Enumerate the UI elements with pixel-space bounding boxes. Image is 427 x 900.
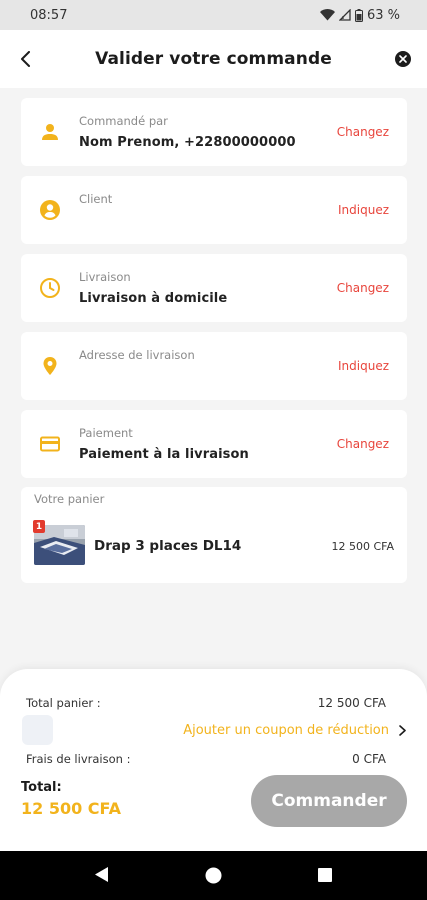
cart-title: Votre panier [34,492,105,506]
clock-icon [40,278,60,298]
card-label: Commandé par [79,114,168,128]
order-button[interactable]: Commander [251,775,407,827]
battery-icon [354,8,363,22]
product-price: 12 500 CFA [331,540,394,553]
total-label: Total: [21,780,62,795]
card-label: Livraison [79,270,131,284]
card-label: Adresse de livraison [79,348,195,362]
quantity-badge: 1 [33,520,45,533]
nav-recents-icon[interactable] [318,868,332,882]
change-ordered-by-link[interactable]: Changez [337,125,389,139]
status-icons: 63 % [319,7,400,23]
card-label: Client [79,192,113,206]
card-label: Paiement [79,426,133,440]
order-summary-sheet: Total panier : 12 500 CFA Ajouter un cou… [0,669,427,851]
status-time: 08:57 [30,7,68,23]
total-cart-value: 12 500 CFA [317,696,386,710]
delivery-fee-row: Frais de livraison : 0 CFA [26,752,386,766]
system-nav-bar [0,851,427,900]
cart-section: Votre panier 1 Drap 3 places DL14 12 500… [21,487,407,583]
nav-home-icon[interactable] [204,866,223,885]
location-pin-icon [43,357,57,375]
card-client[interactable]: Client Indiquez [21,176,407,244]
card-payment[interactable]: Paiement Paiement à la livraison Changez [21,410,407,478]
wifi-icon [319,9,335,21]
signal-icon [338,9,351,21]
total-cart-label: Total panier : [26,696,101,710]
card-value: Paiement à la livraison [79,447,249,462]
total-value: 12 500 CFA [21,799,122,818]
credit-card-icon [40,436,60,452]
delivery-fee-value: 0 CFA [352,752,386,766]
chevron-right-icon [399,725,406,736]
arrow-left-icon [21,51,30,67]
add-coupon-button[interactable]: Ajouter un coupon de réduction [183,723,406,738]
person-icon [42,124,58,140]
page-header: Valider votre commande [0,30,427,88]
add-coupon-label: Ajouter un coupon de réduction [183,723,389,738]
close-button[interactable] [395,51,411,67]
card-ordered-by[interactable]: Commandé par Nom Prenom, +22800000000 Ch… [21,98,407,166]
account-circle-icon [40,200,60,220]
nav-back-icon[interactable] [94,866,109,883]
close-icon [399,55,407,63]
set-address-link[interactable]: Indiquez [338,359,389,373]
change-payment-link[interactable]: Changez [337,437,389,451]
page-title: Valider votre commande [95,49,332,69]
card-value: Nom Prenom, +22800000000 [79,135,296,150]
delivery-fee-label: Frais de livraison : [26,752,131,766]
card-delivery[interactable]: Livraison Livraison à domicile Changez [21,254,407,322]
coupon-icon[interactable] [22,715,53,745]
card-value: Livraison à domicile [79,291,228,306]
battery-percent: 63 % [366,7,400,23]
change-delivery-link[interactable]: Changez [337,281,389,295]
total-cart-row: Total panier : 12 500 CFA [26,696,386,710]
status-bar: 08:57 63 % [0,0,427,30]
back-button[interactable] [14,47,38,71]
product-name: Drap 3 places DL14 [94,538,242,554]
card-delivery-address[interactable]: Adresse de livraison Indiquez [21,332,407,400]
set-client-link[interactable]: Indiquez [338,203,389,217]
